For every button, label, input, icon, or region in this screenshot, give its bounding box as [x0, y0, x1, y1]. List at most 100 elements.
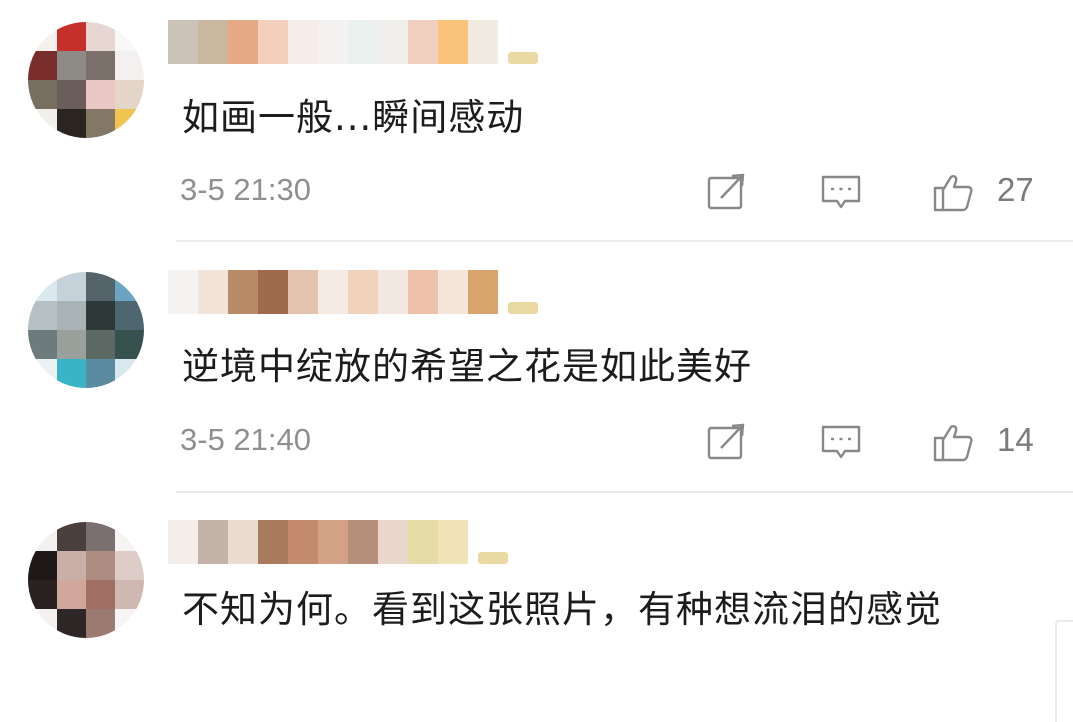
username-redacted[interactable] [168, 270, 538, 314]
avatar-mosaic-tile [28, 609, 57, 638]
username-mosaic-tile [318, 270, 348, 314]
username-mosaic-tile [288, 270, 318, 314]
username-mosaic-tile [468, 270, 498, 314]
username-mosaic-tile [438, 520, 468, 564]
avatar-mosaic-tile [57, 330, 86, 359]
username-mosaic-tile [168, 520, 198, 564]
username-mosaic-tile [288, 520, 318, 564]
divider [176, 491, 1073, 493]
comment-text: 不知为何。看到这张照片，有种想流泪的感觉 [182, 588, 942, 631]
avatar-mosaic-tile [115, 22, 144, 51]
username-mosaic-tile [318, 520, 348, 564]
username-mosaic-tile [348, 270, 378, 314]
avatar-mosaic-tile [57, 109, 86, 138]
avatar-mosaic-tile [57, 522, 86, 551]
scrollbar[interactable] [1055, 620, 1073, 722]
avatar-mosaic-tile [115, 51, 144, 80]
avatar-mosaic-tile [86, 330, 115, 359]
share-icon[interactable] [706, 422, 748, 462]
avatar[interactable] [28, 272, 144, 388]
avatar-mosaic-tile [115, 551, 144, 580]
share-icon[interactable] [706, 172, 748, 212]
avatar-mosaic-tile [115, 580, 144, 609]
avatar-mosaic-tile [57, 22, 86, 51]
avatar-mosaic-tile [86, 272, 115, 301]
avatar-mosaic-tile [57, 80, 86, 109]
username-mosaic-tile [408, 520, 438, 564]
username-mosaic-tile [438, 20, 468, 64]
username-mosaic-tile [348, 20, 378, 64]
username-mosaic-tile [198, 20, 228, 64]
username-mosaic-tile [408, 270, 438, 314]
avatar-mosaic-tile [86, 580, 115, 609]
avatar-mosaic-tile [28, 522, 57, 551]
avatar-mosaic-tile [86, 51, 115, 80]
avatar-mosaic-tile [86, 301, 115, 330]
avatar-mosaic-tile [86, 522, 115, 551]
avatar-mosaic-tile [115, 301, 144, 330]
username-mosaic-tile [198, 270, 228, 314]
username-mosaic-tile [318, 20, 348, 64]
username-mosaic-tile [408, 20, 438, 64]
username-mosaic-tile [378, 520, 408, 564]
avatar-mosaic-tile [115, 272, 144, 301]
username-mosaic-tile [228, 20, 258, 64]
username-mosaic-tile [348, 520, 378, 564]
username-mosaic-tile [228, 520, 258, 564]
comment-timestamp: 3-5 21:30 [180, 172, 311, 207]
avatar-mosaic-tile [86, 609, 115, 638]
avatar[interactable] [28, 522, 144, 638]
username-mosaic-tile [378, 20, 408, 64]
divider [176, 240, 1073, 242]
avatar-mosaic-tile [86, 80, 115, 109]
username-mosaic-tile [468, 20, 498, 64]
username-mosaic-tile [228, 270, 258, 314]
avatar-mosaic-tile [28, 551, 57, 580]
like-count: 27 [997, 171, 1034, 208]
avatar-mosaic-tile [28, 330, 57, 359]
username-mosaic-tile [258, 520, 288, 564]
username-mosaic-tile [258, 270, 288, 314]
username-mosaic-tile [288, 20, 318, 64]
avatar-mosaic-tile [115, 359, 144, 388]
avatar-mosaic-tile [57, 51, 86, 80]
username-redacted[interactable] [168, 20, 538, 64]
comment-text: 如画一般...瞬间感动 [182, 96, 525, 139]
avatar-mosaic-tile [115, 80, 144, 109]
reply-comment-icon[interactable] [820, 172, 862, 212]
avatar-mosaic-tile [28, 22, 57, 51]
avatar-mosaic-tile [115, 330, 144, 359]
like-count: 14 [997, 421, 1034, 458]
username-mosaic-tile [198, 520, 228, 564]
username-redacted[interactable] [168, 520, 508, 564]
avatar-mosaic-tile [86, 551, 115, 580]
comment-actions: 14 [700, 421, 1045, 462]
avatar-mosaic-tile [86, 359, 115, 388]
avatar-mosaic-tile [115, 522, 144, 551]
reply-comment-icon[interactable] [820, 422, 862, 462]
avatar-mosaic-tile [28, 272, 57, 301]
avatar-mosaic-tile [28, 580, 57, 609]
username-mosaic-tile [168, 270, 198, 314]
like-thumbs-up-icon[interactable] [932, 172, 974, 212]
username-mosaic-tile [258, 20, 288, 64]
avatar[interactable] [28, 22, 144, 138]
avatar-mosaic-tile [28, 301, 57, 330]
comment-timestamp: 3-5 21:40 [180, 422, 311, 457]
avatar-mosaic-tile [57, 580, 86, 609]
avatar-mosaic-tile [57, 301, 86, 330]
username-mosaic-tile [378, 270, 408, 314]
avatar-mosaic-tile [86, 109, 115, 138]
avatar-mosaic-tile [115, 609, 144, 638]
username-mosaic-tile [168, 20, 198, 64]
avatar-mosaic-tile [115, 109, 144, 138]
member-badge-icon [508, 52, 538, 64]
avatar-mosaic-tile [28, 359, 57, 388]
username-mosaic-tile [438, 270, 468, 314]
avatar-mosaic-tile [57, 551, 86, 580]
avatar-mosaic-tile [57, 609, 86, 638]
member-badge-icon [508, 302, 538, 314]
comment-actions: 27 [700, 171, 1045, 212]
avatar-mosaic-tile [28, 51, 57, 80]
like-thumbs-up-icon[interactable] [932, 422, 974, 462]
